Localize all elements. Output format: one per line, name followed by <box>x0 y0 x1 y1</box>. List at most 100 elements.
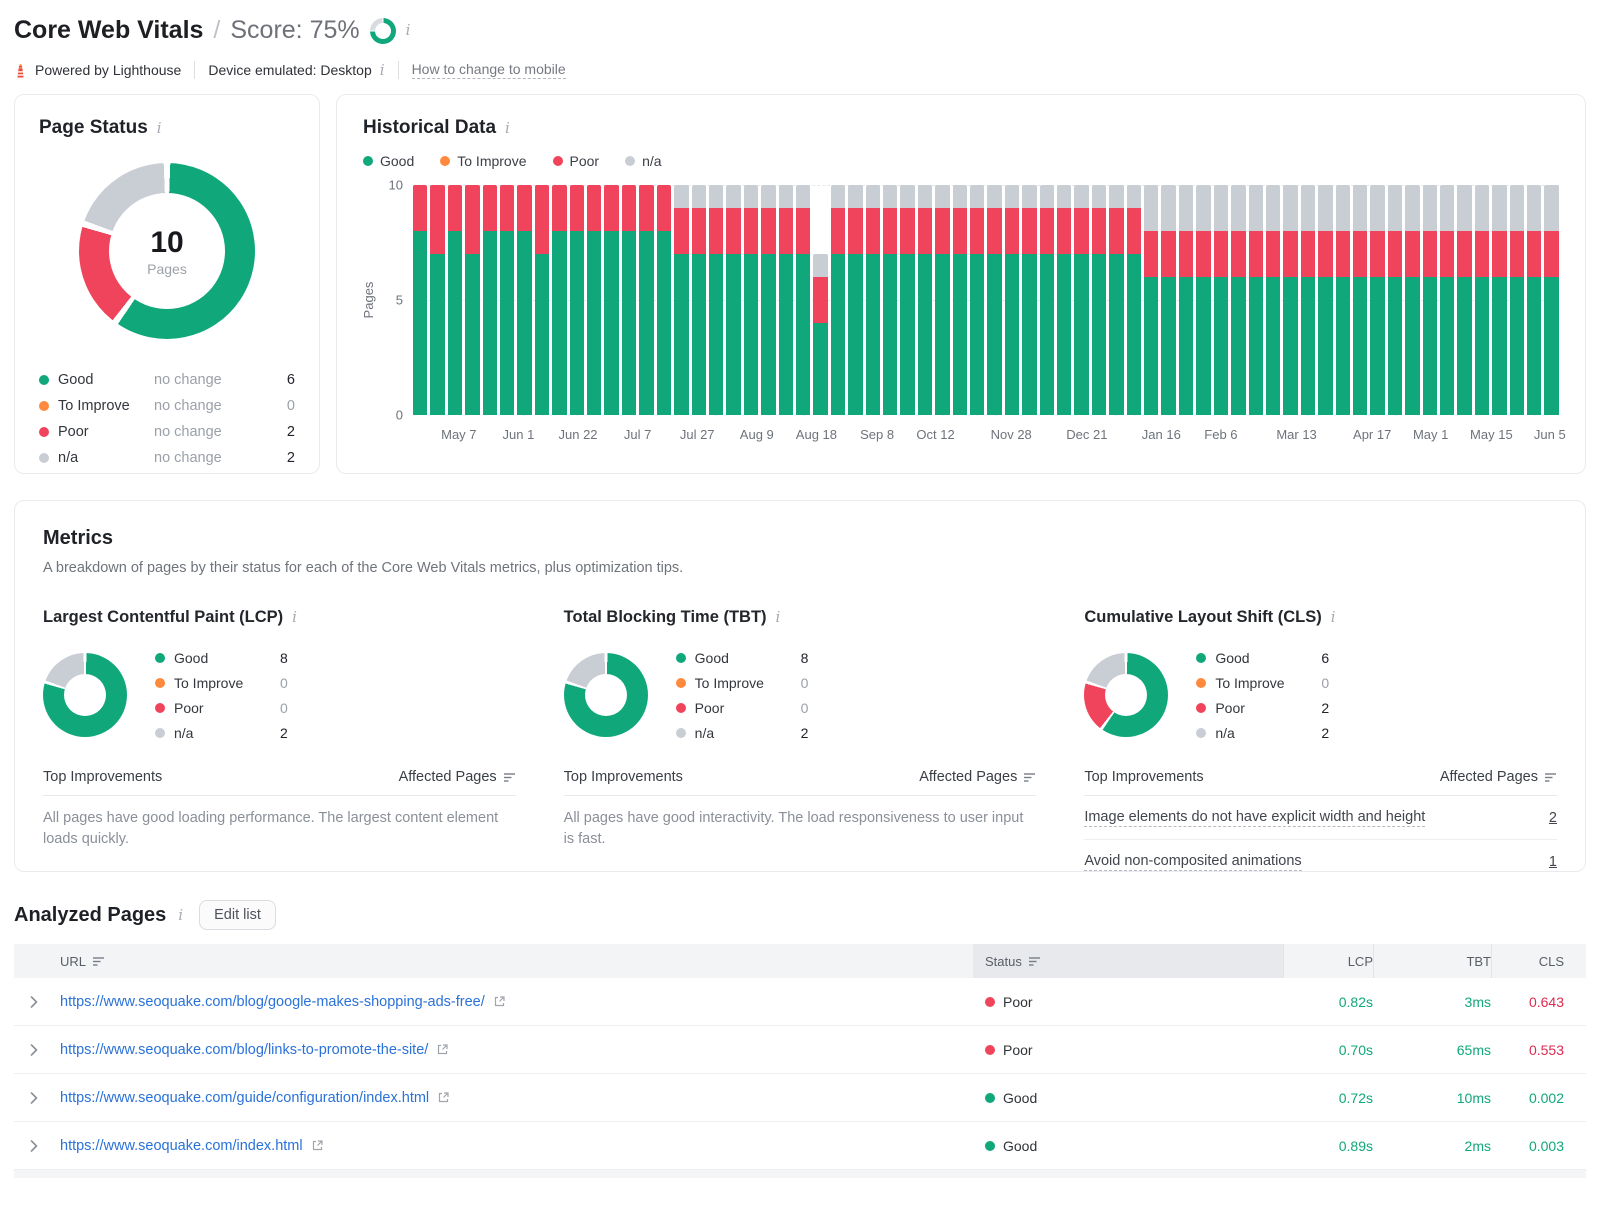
history-bar[interactable] <box>587 185 602 415</box>
history-bar[interactable] <box>1074 185 1089 415</box>
page-status-donut-chart[interactable]: 10 Pages <box>79 163 255 339</box>
history-bar[interactable] <box>1109 185 1124 415</box>
history-bar[interactable] <box>465 185 480 415</box>
column-header-lcp[interactable]: LCP <box>1283 944 1373 978</box>
history-bar[interactable] <box>1265 185 1281 415</box>
history-bar[interactable] <box>1370 185 1385 415</box>
history-bar[interactable] <box>534 185 550 415</box>
column-header-status[interactable]: Status <box>973 944 1283 978</box>
row-expander[interactable] <box>14 1139 60 1152</box>
history-bar[interactable] <box>830 185 846 415</box>
tbt-donut-chart[interactable] <box>563 653 648 737</box>
history-bar[interactable] <box>1248 185 1263 415</box>
row-expander[interactable] <box>14 1091 60 1104</box>
history-bar[interactable] <box>813 185 828 415</box>
history-bar[interactable] <box>1144 185 1159 415</box>
change-to-mobile-link[interactable]: How to change to mobile <box>411 61 566 79</box>
history-bar[interactable] <box>1527 185 1542 415</box>
edit-list-button[interactable]: Edit list <box>199 900 276 930</box>
history-bar[interactable] <box>604 185 619 415</box>
history-bar[interactable] <box>1022 185 1037 415</box>
row-expander[interactable] <box>14 995 60 1008</box>
history-bar[interactable] <box>1283 185 1298 415</box>
column-header-url[interactable]: URL <box>14 944 973 978</box>
history-bar[interactable] <box>1439 185 1455 415</box>
history-bar[interactable] <box>552 185 567 415</box>
column-header-tbt[interactable]: TBT <box>1373 944 1491 978</box>
history-bar[interactable] <box>569 185 585 415</box>
history-bar[interactable] <box>447 185 463 415</box>
history-bar[interactable] <box>1178 185 1194 415</box>
history-bar[interactable] <box>1196 185 1211 415</box>
history-bar[interactable] <box>1457 185 1472 415</box>
history-bar[interactable] <box>935 185 950 415</box>
affected-pages-count[interactable]: 1 <box>1549 854 1557 870</box>
history-bar[interactable] <box>1474 185 1490 415</box>
history-bar[interactable] <box>1422 185 1437 415</box>
history-bar[interactable] <box>482 185 498 415</box>
affected-pages-sort[interactable]: Affected Pages <box>919 769 1036 785</box>
history-bar[interactable] <box>639 185 654 415</box>
history-bar[interactable] <box>430 185 445 415</box>
history-bar[interactable] <box>743 185 759 415</box>
device-info-icon[interactable]: i <box>380 62 385 78</box>
history-bar[interactable] <box>1509 185 1524 415</box>
history-bar[interactable] <box>1318 185 1333 415</box>
tbt-info-icon[interactable]: i <box>776 610 781 625</box>
history-bar[interactable] <box>621 185 637 415</box>
history-bar[interactable] <box>1057 185 1072 415</box>
history-bar[interactable] <box>1126 185 1142 415</box>
page-url-link[interactable]: https://www.seoquake.com/guide/configura… <box>60 1090 429 1106</box>
analyzed-info-icon[interactable]: i <box>178 907 183 923</box>
lcp-info-icon[interactable]: i <box>292 610 297 625</box>
history-bar[interactable] <box>1335 185 1350 415</box>
lcp-donut-chart[interactable] <box>43 653 127 737</box>
history-bar[interactable] <box>1004 185 1020 415</box>
score-info-icon[interactable]: i <box>406 23 411 38</box>
history-bar[interactable] <box>1161 185 1176 415</box>
page-status-info-icon[interactable]: i <box>157 120 162 136</box>
history-bar[interactable] <box>795 185 811 415</box>
history-bar[interactable] <box>1300 185 1316 415</box>
history-bar[interactable] <box>674 185 689 415</box>
history-bar[interactable] <box>917 185 933 415</box>
history-bar[interactable] <box>1405 185 1420 415</box>
affected-pages-sort[interactable]: Affected Pages <box>399 769 516 785</box>
history-bar[interactable] <box>656 185 672 415</box>
history-bar[interactable] <box>848 185 863 415</box>
cls-info-icon[interactable]: i <box>1331 610 1336 625</box>
history-bar[interactable] <box>500 185 515 415</box>
history-bar[interactable] <box>952 185 967 415</box>
page-url-link[interactable]: https://www.seoquake.com/blog/links-to-p… <box>60 1042 428 1058</box>
history-bar[interactable] <box>970 185 985 415</box>
history-bar[interactable] <box>900 185 915 415</box>
history-bar[interactable] <box>778 185 793 415</box>
history-bar[interactable] <box>413 185 428 415</box>
improvement-link[interactable]: Avoid non-composited animations <box>1084 853 1302 871</box>
page-url-link[interactable]: https://www.seoquake.com/blog/google-mak… <box>60 994 485 1010</box>
column-header-cls[interactable]: CLS <box>1491 944 1586 978</box>
history-bar[interactable] <box>987 185 1002 415</box>
page-url-link[interactable]: https://www.seoquake.com/index.html <box>60 1138 303 1154</box>
history-bar[interactable] <box>1091 185 1107 415</box>
history-bar[interactable] <box>1213 185 1229 415</box>
cls-donut-chart[interactable] <box>1084 653 1169 737</box>
row-expander[interactable] <box>14 1043 60 1056</box>
history-bar[interactable] <box>1039 185 1055 415</box>
history-bar[interactable] <box>1544 185 1559 415</box>
affected-pages-count[interactable]: 2 <box>1549 810 1557 826</box>
history-bar[interactable] <box>761 185 776 415</box>
affected-pages-sort[interactable]: Affected Pages <box>1440 769 1557 785</box>
history-bar[interactable] <box>726 185 741 415</box>
history-bar[interactable] <box>1387 185 1403 415</box>
history-bar[interactable] <box>882 185 898 415</box>
history-bar[interactable] <box>517 185 532 415</box>
history-bar[interactable] <box>865 185 880 415</box>
history-bar[interactable] <box>1492 185 1507 415</box>
history-bar[interactable] <box>1231 185 1246 415</box>
improvement-link[interactable]: Image elements do not have explicit widt… <box>1084 809 1426 827</box>
history-bar[interactable] <box>708 185 724 415</box>
history-bar[interactable] <box>1352 185 1368 415</box>
historical-info-icon[interactable]: i <box>505 120 510 136</box>
history-bar[interactable] <box>691 185 706 415</box>
